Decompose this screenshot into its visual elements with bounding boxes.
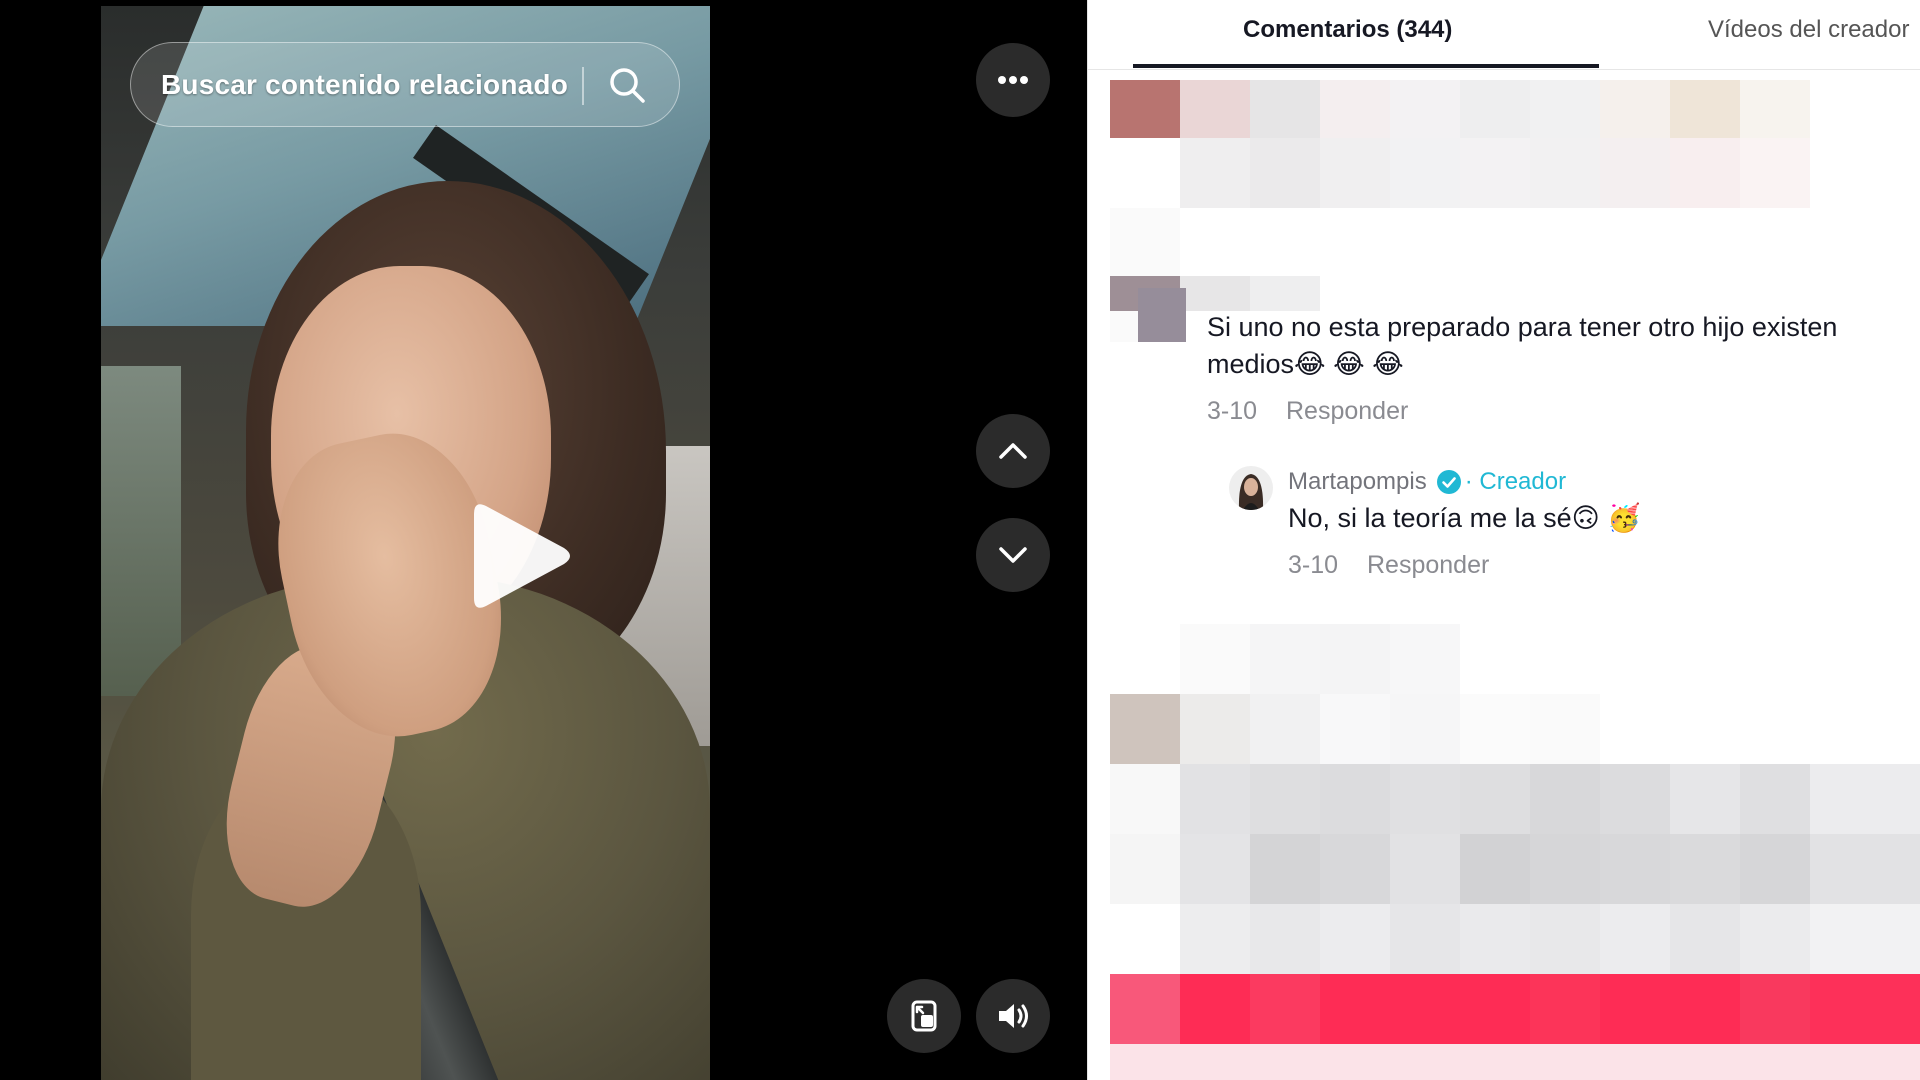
chevron-down-icon bbox=[999, 547, 1027, 563]
video-frame[interactable] bbox=[101, 6, 710, 1080]
panel-tabs: Comentarios (344) Vídeos del creador bbox=[1088, 0, 1920, 70]
pixelated-comment bbox=[1110, 624, 1920, 1080]
active-tab-indicator bbox=[1133, 64, 1599, 68]
comment-text: Si uno no esta preparado para tener otro… bbox=[1207, 312, 1838, 379]
search-icon[interactable] bbox=[605, 63, 649, 107]
reply-button[interactable]: Responder bbox=[1367, 551, 1489, 579]
search-divider bbox=[582, 67, 584, 105]
tab-creator-videos[interactable]: Vídeos del creador bbox=[1708, 16, 1909, 44]
comment-item: Si uno no esta preparado para tener otro… bbox=[1207, 309, 1907, 426]
comment-meta: 3-10 Responder bbox=[1207, 397, 1907, 426]
volume-button[interactable] bbox=[976, 979, 1050, 1053]
avatar[interactable] bbox=[1229, 466, 1273, 510]
verified-icon bbox=[1436, 470, 1461, 494]
more-horizontal-icon bbox=[998, 76, 1028, 84]
creator-badge: · Creador bbox=[1464, 468, 1567, 495]
reply-date: 3-10 bbox=[1288, 551, 1339, 579]
floating-player-icon bbox=[911, 1000, 937, 1032]
reply-item: Martapompis · Creador No, si la teoría m… bbox=[1288, 468, 1908, 580]
next-video-button[interactable] bbox=[976, 518, 1050, 592]
screenshot: Buscar contenido relacionado Comentarios… bbox=[0, 0, 1920, 1080]
search-placeholder[interactable]: Buscar contenido relacionado bbox=[161, 69, 568, 101]
pixelation-mosaic bbox=[1110, 624, 1920, 1080]
play-icon[interactable] bbox=[466, 496, 576, 616]
tab-comments[interactable]: Comentarios (344) bbox=[1243, 16, 1452, 44]
pixelated-comment bbox=[1110, 80, 1810, 276]
previous-video-button[interactable] bbox=[976, 414, 1050, 488]
reply-text: No, si la teoría me la sé🙃 🥳 bbox=[1288, 503, 1641, 533]
creator-avatar-image bbox=[1229, 466, 1273, 510]
volume-icon bbox=[999, 1004, 1028, 1028]
reply-username[interactable]: Martapompis bbox=[1288, 468, 1427, 496]
chevron-up-icon bbox=[999, 443, 1027, 459]
reply-meta: 3-10 Responder bbox=[1288, 551, 1908, 580]
floating-player-button[interactable] bbox=[887, 979, 961, 1053]
more-options-button[interactable] bbox=[976, 43, 1050, 117]
reply-author-line: Martapompis · Creador bbox=[1288, 468, 1908, 496]
pixelation-mosaic bbox=[1110, 80, 1810, 276]
reply-button[interactable]: Responder bbox=[1286, 397, 1408, 425]
comment-date: 3-10 bbox=[1207, 397, 1258, 425]
video-player[interactable]: Buscar contenido relacionado bbox=[0, 0, 1087, 1080]
comments-panel: Comentarios (344) Vídeos del creador Si … bbox=[1087, 0, 1920, 1080]
related-search-bar[interactable]: Buscar contenido relacionado bbox=[130, 42, 680, 127]
